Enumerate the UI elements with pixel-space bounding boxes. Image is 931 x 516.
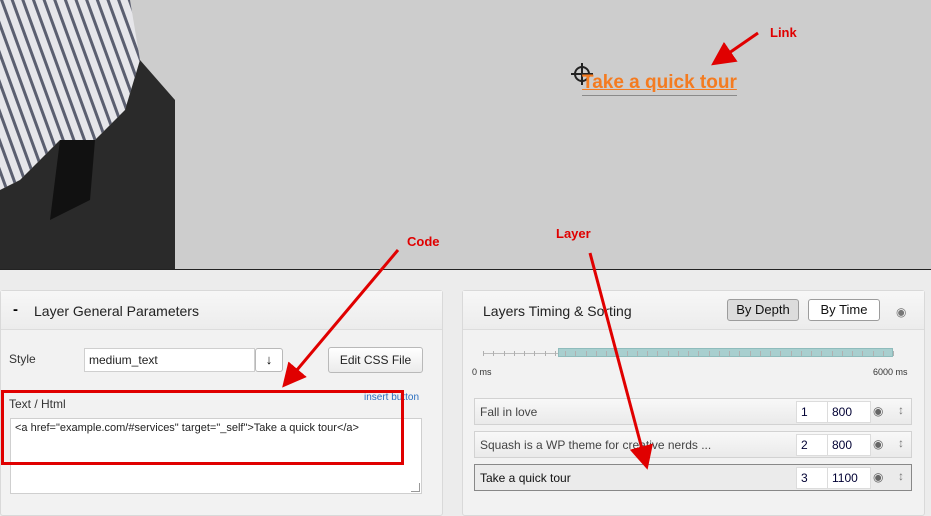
resize-grip-icon[interactable] xyxy=(411,483,420,492)
timeline-track[interactable] xyxy=(483,348,894,358)
layer-depth-input[interactable]: 3 xyxy=(796,467,830,489)
layers-timing-panel: Layers Timing & Sorting By Depth By Time… xyxy=(462,290,925,516)
eye-icon[interactable]: ◉ xyxy=(896,305,906,319)
layer-time-input[interactable]: 800 xyxy=(827,434,871,456)
sort-handle-icon[interactable]: ↕ xyxy=(898,436,904,450)
style-input[interactable]: medium_text xyxy=(84,348,255,372)
panel-title: Layer General Parameters xyxy=(34,303,199,319)
code-highlight-box xyxy=(1,390,404,465)
sort-handle-icon[interactable]: ↕ xyxy=(898,403,904,417)
layer-row-selected[interactable]: Take a quick tour 3 1100 ◉ ↕ xyxy=(474,464,912,491)
layer-name: Fall in love xyxy=(480,405,538,419)
layer-time-input[interactable]: 1100 xyxy=(827,467,871,489)
sort-by-depth-button[interactable]: By Depth xyxy=(727,299,799,321)
panel-title: Layers Timing & Sorting xyxy=(483,303,632,319)
eye-icon[interactable]: ◉ xyxy=(873,437,883,451)
layer-depth-input[interactable]: 1 xyxy=(796,401,830,423)
panel-header: - Layer General Parameters xyxy=(1,291,442,330)
edit-css-button[interactable]: Edit CSS File xyxy=(328,347,423,373)
layer-time-input[interactable]: 800 xyxy=(827,401,871,423)
timeline-start-label: 0 ms xyxy=(472,367,492,377)
sort-by-time-button[interactable]: By Time xyxy=(808,299,880,321)
eye-icon[interactable]: ◉ xyxy=(873,470,883,484)
annotation-layer-label: Layer xyxy=(556,226,591,241)
timeline-range[interactable] xyxy=(558,348,893,357)
timeline-end-label: 6000 ms xyxy=(873,367,908,377)
layer-row[interactable]: Squash is a WP theme for creative nerds … xyxy=(474,431,912,458)
panel-header: Layers Timing & Sorting By Depth By Time… xyxy=(463,291,924,330)
slide-preview-canvas: Take a quick tour xyxy=(0,0,931,270)
sort-handle-icon[interactable]: ↕ xyxy=(898,469,904,483)
layer-general-parameters-panel: - Layer General Parameters Style medium_… xyxy=(0,290,443,516)
annotation-code-label: Code xyxy=(407,234,440,249)
style-label: Style xyxy=(9,352,36,366)
tour-link-layer[interactable]: Take a quick tour xyxy=(582,72,737,96)
layer-row[interactable]: Fall in love 1 800 ◉ ↕ xyxy=(474,398,912,425)
layer-depth-input[interactable]: 2 xyxy=(796,434,830,456)
layer-name: Take a quick tour xyxy=(480,471,571,485)
collapse-toggle[interactable]: - xyxy=(13,301,18,318)
layer-name: Squash is a WP theme for creative nerds … xyxy=(480,438,712,452)
eye-icon[interactable]: ◉ xyxy=(873,404,883,418)
download-icon[interactable]: ↓ xyxy=(255,348,283,372)
background-photo xyxy=(0,0,175,269)
annotation-link-label: Link xyxy=(770,25,797,40)
